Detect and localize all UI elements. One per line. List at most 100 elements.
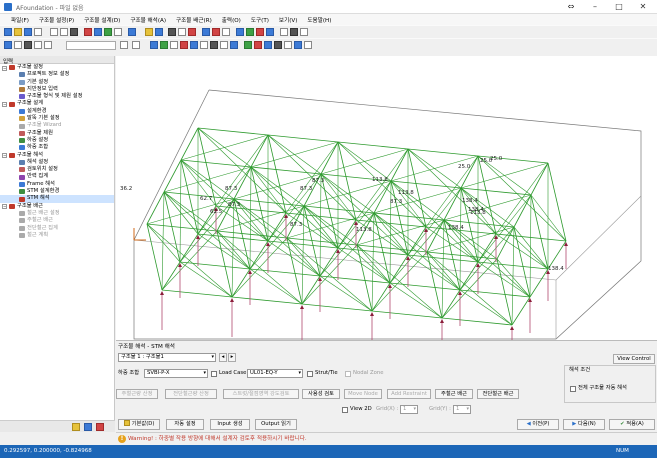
zoom-out-icon[interactable] xyxy=(132,41,140,49)
tree-item[interactable]: 전단철근 집계 xyxy=(0,225,114,232)
prev-structure-button[interactable]: ◂ xyxy=(219,353,227,362)
load-case-checkbox[interactable] xyxy=(211,371,217,377)
tree-item[interactable]: 철근 계획 xyxy=(0,232,114,239)
view-side-icon[interactable] xyxy=(34,41,42,49)
camera-icon[interactable] xyxy=(294,41,302,49)
view-front-icon[interactable] xyxy=(14,41,22,49)
menu-file[interactable]: 파일(F) xyxy=(6,14,34,25)
output-read-button[interactable]: Output 읽기 xyxy=(255,419,297,430)
view-iso-icon[interactable] xyxy=(4,41,12,49)
menu-structure-analysis[interactable]: 구조물 해석(A) xyxy=(125,14,171,25)
tree-item[interactable]: 구조물 제원 xyxy=(0,130,114,137)
default-button[interactable]: 기본값(D) xyxy=(118,419,160,430)
menu-tools[interactable]: 도구(T) xyxy=(246,14,274,25)
refresh-icon[interactable] xyxy=(284,41,292,49)
node-icon[interactable] xyxy=(266,28,274,36)
tree-view-icon[interactable] xyxy=(84,423,92,431)
delete-icon[interactable] xyxy=(212,28,220,36)
paste-icon[interactable] xyxy=(70,28,78,36)
calc-icon[interactable] xyxy=(104,28,112,36)
restore-icon[interactable]: ⇔ xyxy=(562,2,580,12)
wire-icon[interactable] xyxy=(160,41,168,49)
pan-icon[interactable] xyxy=(246,28,254,36)
tree-item[interactable]: 철근 배근 설정 xyxy=(0,210,114,217)
nodal-zone-checkbox[interactable] xyxy=(345,371,351,377)
axis-icon[interactable] xyxy=(210,41,218,49)
structure-select[interactable]: 구조물 1 : 구조물1 ▾ xyxy=(118,353,216,362)
shade-icon[interactable] xyxy=(190,41,198,49)
view-control-button[interactable]: View Control xyxy=(613,354,655,364)
tree-item[interactable]: 구조물 Wizard xyxy=(0,122,114,129)
zoom-icon[interactable] xyxy=(202,28,210,36)
undo-icon[interactable] xyxy=(84,28,92,36)
menu-structure-design[interactable]: 구조물 설계(D) xyxy=(79,14,125,25)
text-icon[interactable] xyxy=(274,41,282,49)
collapse-icon[interactable]: − xyxy=(2,101,7,107)
table-icon[interactable] xyxy=(168,28,176,36)
maximize-button[interactable]: □ xyxy=(610,2,628,12)
new-file-icon[interactable] xyxy=(4,28,12,36)
tree-item[interactable]: STM 설계환경 xyxy=(0,188,114,195)
main-rebar-calc-button[interactable]: 주철근량 산정 xyxy=(116,389,158,399)
hide-icon[interactable] xyxy=(170,41,178,49)
grid-x-select[interactable]: 1 ▾ xyxy=(400,405,418,414)
tree-item[interactable]: 하중 조합 xyxy=(0,144,114,151)
redo-icon[interactable] xyxy=(94,28,102,36)
tree-item[interactable]: 하중 설정 xyxy=(0,137,114,144)
grid-y-select[interactable]: 1 ▾ xyxy=(453,405,471,414)
settings-icon[interactable] xyxy=(304,41,312,49)
tree-item[interactable]: Frame 해석 xyxy=(0,181,114,188)
load-combo-select[interactable]: SVBI-P-X ▾ xyxy=(144,369,208,378)
model-icon[interactable] xyxy=(128,28,136,36)
view-top-icon[interactable] xyxy=(24,41,32,49)
section-icon[interactable] xyxy=(256,28,264,36)
fit-icon[interactable] xyxy=(222,28,230,36)
folder-icon[interactable] xyxy=(72,423,80,431)
menu-help[interactable]: 도움말(H) xyxy=(302,14,336,25)
view-back-icon[interactable] xyxy=(44,41,52,49)
snap-icon[interactable] xyxy=(230,41,238,49)
menu-view[interactable]: 보기(V) xyxy=(274,14,302,25)
tree-item[interactable]: − 구조물 배근 xyxy=(0,203,114,210)
note-icon[interactable] xyxy=(178,28,186,36)
tree-item[interactable]: 주철근 배근 xyxy=(0,217,114,224)
open-file-icon[interactable] xyxy=(14,28,22,36)
shear-rebar-calc-button[interactable]: 전단철근량 산정 xyxy=(165,389,217,399)
tree-item[interactable]: 반력 집계 xyxy=(0,173,114,180)
auto-setting-button[interactable]: 자동 설정 xyxy=(166,419,204,430)
strut-strength-check-button[interactable]: 스트럿/절점영역 강도검토 xyxy=(223,389,299,399)
properties-icon[interactable] xyxy=(96,423,104,431)
layout-icon[interactable] xyxy=(155,28,163,36)
strut-tie-checkbox[interactable] xyxy=(307,371,313,377)
tree-item[interactable]: − 구조물 설계 xyxy=(0,100,114,107)
collapse-icon[interactable]: − xyxy=(2,65,7,71)
filter-icon[interactable] xyxy=(200,41,208,49)
tree-item[interactable]: 기본 설정 xyxy=(0,79,114,86)
tree-item[interactable]: 프로젝트 정보 설정 xyxy=(0,71,114,78)
tree-item[interactable]: − 구조물 해석 xyxy=(0,152,114,159)
grid-toggle-icon[interactable] xyxy=(220,41,228,49)
move-node-button[interactable]: Move Node xyxy=(344,389,382,399)
auto-analysis-checkbox[interactable] xyxy=(570,386,576,392)
input-generate-button[interactable]: Input 생성 xyxy=(210,419,250,430)
menu-output[interactable]: 출력(O) xyxy=(217,14,246,25)
copy-icon[interactable] xyxy=(60,28,68,36)
tree-item[interactable]: STM 해석 xyxy=(0,195,114,203)
cut-icon[interactable] xyxy=(50,28,58,36)
apply-button[interactable]: ✔ 적용(A) xyxy=(609,419,655,430)
support-icon[interactable] xyxy=(290,28,298,36)
label-icon[interactable] xyxy=(180,41,188,49)
view-combo[interactable] xyxy=(66,41,116,50)
close-button[interactable]: ✕ xyxy=(634,2,652,12)
folder-icon[interactable] xyxy=(145,28,153,36)
save-icon[interactable] xyxy=(24,28,32,36)
minimize-button[interactable]: – xyxy=(586,2,604,12)
collapse-icon[interactable]: − xyxy=(2,153,7,159)
tree-item[interactable]: 설계환경 xyxy=(0,108,114,115)
help-icon[interactable] xyxy=(300,28,308,36)
load-case-select[interactable]: UL01-EQ-Y ▾ xyxy=(247,369,303,378)
serviceability-check-button[interactable]: 사용성 검토 xyxy=(302,389,340,399)
view-2d-checkbox[interactable] xyxy=(342,407,348,413)
menu-structure-rebar[interactable]: 구조물 배근(R) xyxy=(171,14,217,25)
tree-item[interactable]: 검토위치 설정 xyxy=(0,166,114,173)
